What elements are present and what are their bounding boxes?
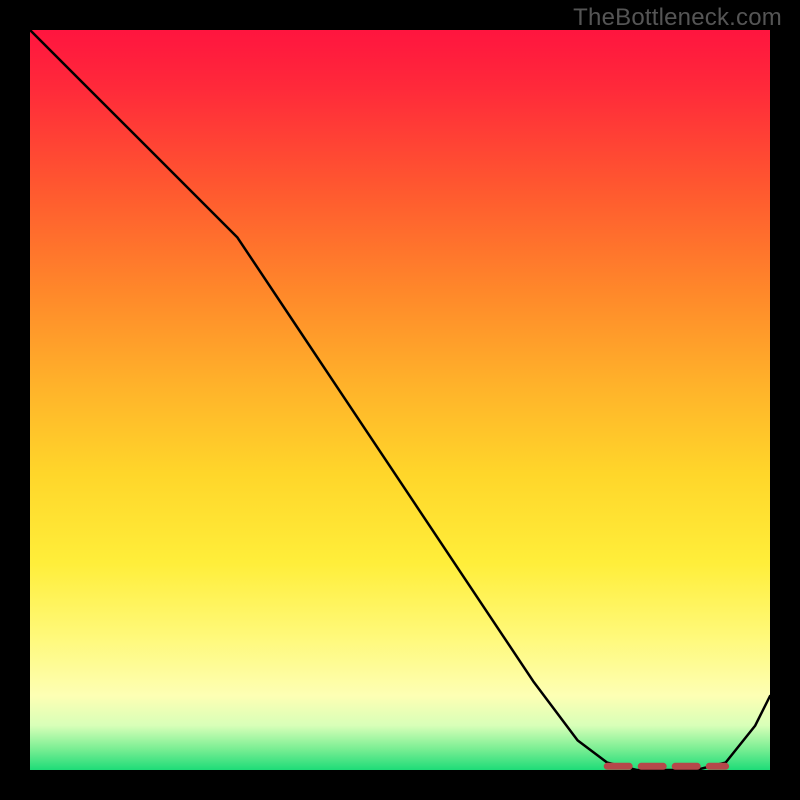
chart-frame: TheBottleneck.com — [0, 0, 800, 800]
curve-layer — [30, 30, 770, 770]
watermark-text: TheBottleneck.com — [573, 4, 782, 32]
bottleneck-curve — [30, 30, 770, 770]
plot-area — [30, 30, 770, 770]
